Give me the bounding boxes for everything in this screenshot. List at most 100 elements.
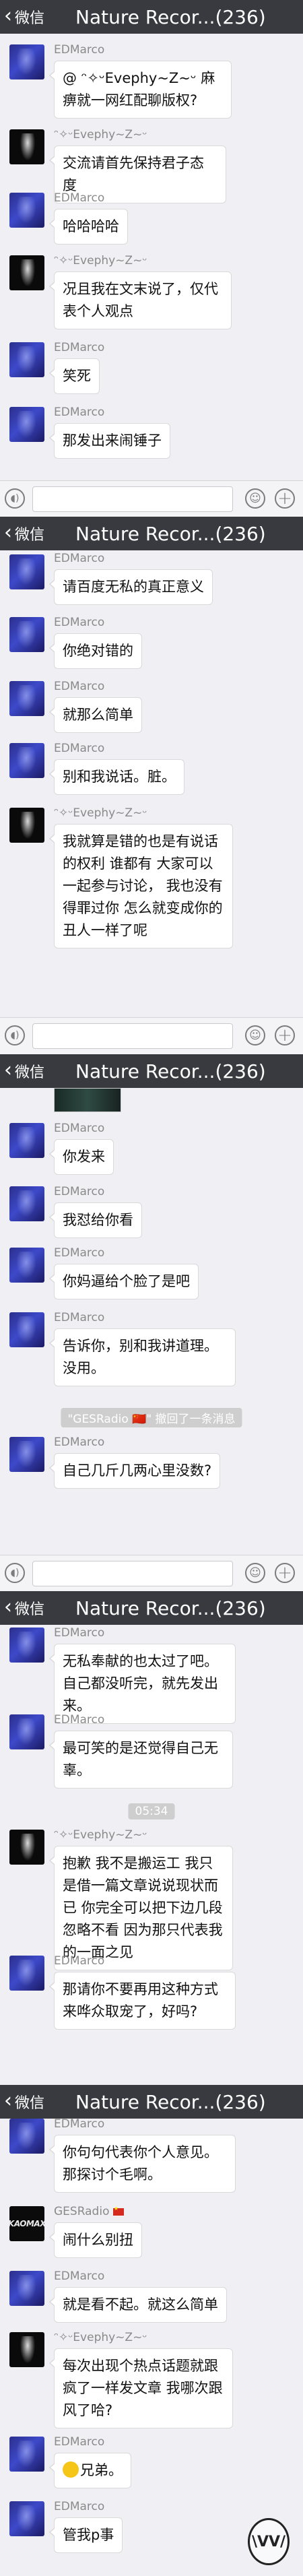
- avatar[interactable]: [9, 743, 44, 778]
- message-bubble[interactable]: 哈哈哈哈: [49, 209, 128, 245]
- sender-name: ᵔ✧ᵕEvephy~Z~ᵕ: [54, 2331, 147, 2344]
- message-bubble[interactable]: 每次出现个热点话题就跟疯了一样发文章 我哪次跟风了哈?: [49, 2348, 233, 2428]
- chevron-left-icon: ‹: [4, 2088, 12, 2113]
- avatar[interactable]: [9, 2437, 44, 2472]
- message-bubble[interactable]: 自己几斤几两心里没数?: [48, 1453, 221, 1489]
- chat-screen-2: ‹ 微信 Nature Recor...(236) EDMarco 请百度无私的…: [0, 517, 303, 1054]
- message-bubble[interactable]: 别和我说话。脏。: [49, 759, 184, 795]
- emoji-icon[interactable]: ☺: [245, 1025, 265, 1045]
- avatar[interactable]: [9, 2271, 44, 2306]
- sender-name: ᵔ✧ᵕEvephy~Z~ᵕ: [54, 254, 147, 267]
- back-button[interactable]: ‹ 微信: [4, 2085, 44, 2119]
- sender-name: EDMarco: [54, 341, 105, 354]
- avatar[interactable]: [9, 255, 44, 290]
- avatar[interactable]: [9, 1830, 44, 1865]
- message-input[interactable]: [32, 486, 233, 512]
- sender-name: GESRadio: [54, 2205, 124, 2218]
- sender-name: EDMarco: [54, 2269, 105, 2283]
- emoji-icon[interactable]: ☺: [245, 1563, 265, 1583]
- avatar[interactable]: [9, 1248, 44, 1283]
- emoji-icon[interactable]: ☺: [245, 488, 265, 509]
- message-bubble[interactable]: 况且我在文末说了，仅代表个人观点: [49, 271, 232, 329]
- chevron-left-icon: ‹: [4, 3, 12, 28]
- back-button[interactable]: ‹ 微信: [4, 1591, 44, 1625]
- message-bubble[interactable]: 无私奉献的也太过了吧。自己都没听完，就先发出来。: [49, 1644, 236, 1724]
- avatar[interactable]: [9, 808, 44, 843]
- avatar[interactable]: [9, 2332, 44, 2367]
- avatar[interactable]: [9, 2119, 44, 2154]
- sender-name: EDMarco: [54, 1122, 105, 1135]
- top-bar: ‹ 微信 Nature Recor...(236): [0, 0, 303, 34]
- avatar[interactable]: [9, 1956, 44, 1991]
- avatar[interactable]: [9, 407, 44, 442]
- avatar[interactable]: [9, 1312, 44, 1347]
- image-thumbnail[interactable]: [54, 1088, 121, 1112]
- avatar[interactable]: [9, 2501, 44, 2536]
- message-bubble[interactable]: 笑死: [49, 358, 100, 394]
- sender-name: EDMarco: [54, 43, 105, 57]
- sender-name: EDMarco: [54, 552, 105, 565]
- plus-icon[interactable]: +: [275, 1025, 295, 1045]
- sender-name: EDMarco: [54, 1436, 105, 1449]
- sender-name: EDMarco: [54, 742, 105, 755]
- avatar[interactable]: [9, 1714, 44, 1749]
- avatar[interactable]: [9, 554, 44, 589]
- avatar[interactable]: [9, 1628, 44, 1663]
- message-bubble[interactable]: @ ᵔ✧ᵕEvephy~Z~ᵕ 麻痹就一网红配聊版权?: [49, 61, 232, 119]
- message-bubble[interactable]: 闹什么别扭: [49, 2222, 142, 2258]
- sender-name: ᵔ✧ᵕEvephy~Z~ᵕ: [54, 806, 147, 820]
- top-bar: ‹ 微信 Nature Recor...(236): [0, 1054, 303, 1088]
- sender-name: EDMarco: [54, 2500, 105, 2513]
- message-bubble[interactable]: 那请你不要再用这种方式来哗众取宠了，好吗?: [49, 1972, 236, 2030]
- plus-icon[interactable]: +: [275, 1563, 295, 1583]
- avatar[interactable]: [9, 617, 44, 652]
- message-bubble[interactable]: 抱歉 我不是搬运工 我只是借一篇文章说说现状而已 你完全可以把下边几段忽略不看 …: [49, 1846, 233, 1970]
- message-input[interactable]: [32, 1561, 233, 1586]
- avatar[interactable]: [9, 193, 44, 228]
- sender-name: EDMarco: [54, 2435, 105, 2449]
- sender-name: EDMarco: [54, 680, 105, 693]
- sender-name: EDMarco: [54, 1246, 105, 1260]
- message-bubble[interactable]: 告诉你，别和我讲道理。没用。: [49, 1328, 236, 1386]
- chat-screen-3: ‹ 微信 Nature Recor...(236) EDMarco 你发来 ED…: [0, 1054, 303, 1592]
- back-button[interactable]: ‹ 微信: [4, 517, 44, 550]
- back-label: 微信: [15, 10, 45, 27]
- message-bubble[interactable]: 管我p事: [48, 2517, 123, 2553]
- sender-label: GESRadio: [54, 2205, 110, 2218]
- voice-icon[interactable]: ◖): [5, 488, 25, 509]
- avatar[interactable]: [9, 342, 44, 377]
- message-bubble[interactable]: 兄弟。: [49, 2453, 131, 2488]
- input-bar: ◖) ☺ +: [0, 1017, 303, 1054]
- message-bubble[interactable]: 你妈逼给个脸了是吧: [49, 1264, 199, 1299]
- avatar[interactable]: [9, 44, 44, 79]
- message-bubble[interactable]: 你绝对错的: [49, 633, 142, 669]
- message-bubble[interactable]: 就那么简单: [49, 697, 142, 733]
- chat-screen-4: ‹ 微信 Nature Recor...(236) EDMarco 无私奉献的也…: [0, 1591, 303, 2085]
- message-bubble[interactable]: 我就算是错的也是有说话的权利 谁都有 大家可以一起参与讨论， 我也没有得罪过你 …: [49, 824, 233, 948]
- message-bubble[interactable]: 就是看不起。就这么简单: [49, 2287, 227, 2323]
- sender-name: EDMarco: [54, 2117, 105, 2131]
- sender-name: EDMarco: [54, 616, 105, 629]
- avatar[interactable]: [9, 129, 44, 164]
- message-bubble[interactable]: 你发来: [49, 1139, 114, 1175]
- voice-icon[interactable]: ◖): [5, 1563, 25, 1583]
- message-bubble[interactable]: 那发出来闹锤子: [49, 423, 170, 459]
- message-bubble[interactable]: 请百度无私的真正意义: [49, 569, 213, 605]
- top-bar: ‹ 微信 Nature Recor...(236): [0, 517, 303, 550]
- avatar[interactable]: [9, 1123, 44, 1158]
- back-button[interactable]: ‹ 微信: [4, 0, 44, 34]
- message-bubble[interactable]: 最可笑的是还觉得自己无辜。: [49, 1731, 233, 1789]
- avatar[interactable]: [9, 1186, 44, 1221]
- message-input[interactable]: [32, 1023, 233, 1049]
- avatar[interactable]: [9, 681, 44, 716]
- chevron-left-icon: ‹: [4, 520, 12, 544]
- voice-icon[interactable]: ◖): [5, 1025, 25, 1045]
- avatar[interactable]: [9, 1437, 44, 1472]
- plus-icon[interactable]: +: [275, 488, 295, 509]
- back-label: 微信: [15, 1601, 45, 1618]
- message-bubble[interactable]: 我怼给你看: [49, 1202, 142, 1238]
- avatar[interactable]: KAOMAX: [9, 2206, 44, 2241]
- message-bubble[interactable]: 你句句代表你个人意见。那探讨个毛啊。: [49, 2135, 236, 2193]
- back-button[interactable]: ‹ 微信: [4, 1054, 44, 1088]
- chevron-left-icon: ‹: [4, 1058, 12, 1082]
